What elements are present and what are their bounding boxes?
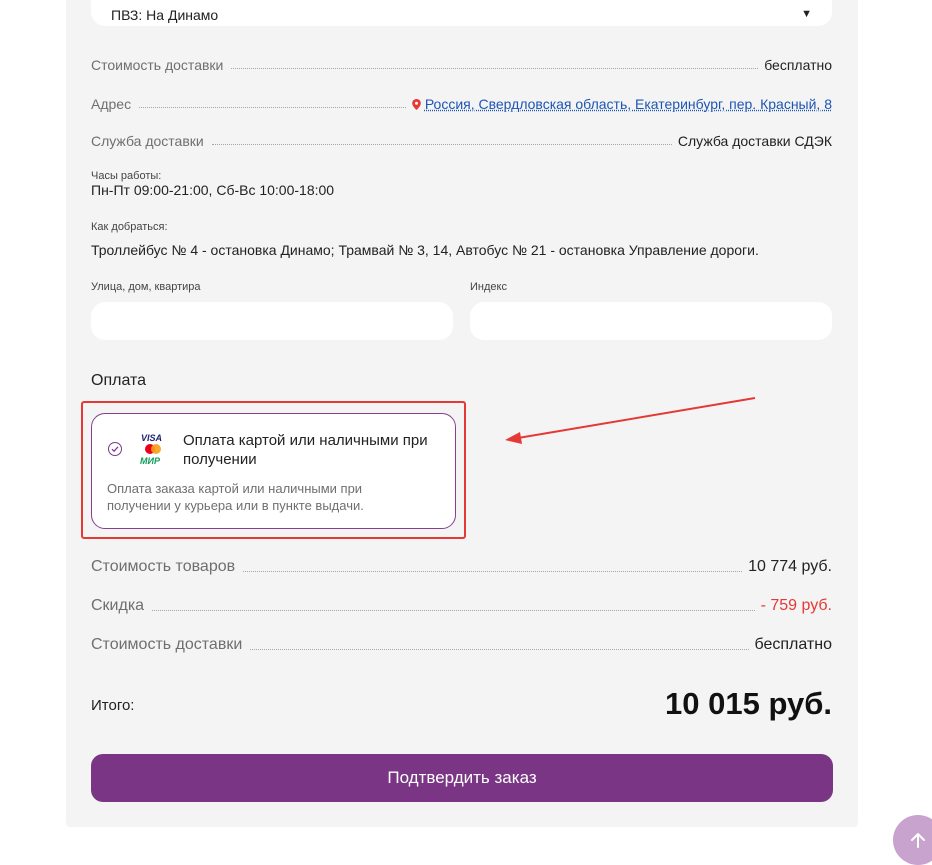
delivery-cost-value: бесплатно: [764, 57, 832, 73]
dotted-leader: [243, 571, 743, 572]
dotted-leader: [139, 107, 406, 108]
index-field-label: Индекс: [470, 281, 507, 293]
mir-logo: МИР: [140, 456, 161, 466]
summary-delivery-label: Стоимость доставки: [91, 636, 243, 653]
summary-delivery-value: бесплатно: [754, 636, 833, 653]
discount-row: Скидка - 759 руб.: [91, 597, 832, 615]
street-field[interactable]: [91, 302, 453, 340]
payment-logos: VISA МИР: [138, 432, 168, 468]
total-label: Итого:: [91, 697, 135, 714]
index-field[interactable]: [470, 302, 832, 340]
hours-label: Часы работы:: [91, 170, 162, 182]
payment-option-card[interactable]: VISA МИР Оплата картой или наличными при…: [91, 413, 456, 529]
dotted-leader: [250, 649, 749, 650]
street-field-label: Улица, дом, квартира: [91, 281, 201, 293]
payment-radio[interactable]: [108, 442, 122, 456]
payment-option-title: Оплата картой или наличными при получени…: [183, 432, 428, 468]
payment-option-description: Оплата заказа картой или наличными при п…: [107, 481, 364, 513]
dotted-leader: [211, 144, 672, 145]
total-value: 10 015 руб.: [665, 686, 832, 721]
arrow-up-icon: [911, 833, 925, 848]
dotted-leader: [231, 68, 759, 69]
hours-value: Пн-Пт 09:00-21:00, Сб-Вс 10:00-18:00: [91, 182, 335, 198]
dotted-leader: [152, 610, 755, 611]
chevron-down-icon: ▼: [801, 8, 812, 20]
delivery-service-value: Служба доставки СДЭК: [677, 133, 832, 149]
discount-label: Скидка: [91, 597, 145, 614]
summary-delivery-row: Стоимость доставки бесплатно: [91, 636, 832, 654]
location-pin-icon: [412, 99, 421, 110]
radio-check-icon: [111, 446, 119, 453]
delivery-service-label: Служба доставки: [91, 133, 204, 149]
address-value: Россия, Свердловская область, Екатеринбу…: [412, 96, 832, 112]
confirm-order-button[interactable]: Подтвердить заказ: [91, 754, 833, 802]
payment-section-title: Оплата: [91, 372, 147, 389]
address-row: Адрес Россия, Свердловская область, Екат…: [91, 96, 832, 112]
goods-cost-row: Стоимость товаров 10 774 руб.: [91, 558, 832, 576]
address-link[interactable]: Россия, Свердловская область, Екатеринбу…: [425, 96, 832, 112]
address-label: Адрес: [91, 96, 132, 112]
mastercard-logo: [145, 444, 161, 454]
goods-cost-label: Стоимость товаров: [91, 558, 236, 575]
discount-value: - 759 руб.: [760, 597, 832, 614]
goods-cost-value: 10 774 руб.: [748, 558, 832, 575]
delivery-service-row: Служба доставки Служба доставки СДЭК: [91, 133, 832, 149]
scroll-to-top-button[interactable]: [893, 815, 932, 865]
directions-value: Троллейбус № 4 - остановка Динамо; Трамв…: [91, 242, 759, 258]
visa-logo: VISA: [141, 433, 162, 443]
pickup-point-select[interactable]: ПВЗ: На Динамо ▼: [91, 0, 832, 26]
delivery-cost-label: Стоимость доставки: [91, 57, 224, 73]
pickup-point-value: ПВЗ: На Динамо: [111, 7, 219, 23]
directions-label: Как добраться:: [91, 221, 168, 233]
delivery-cost-row: Стоимость доставки бесплатно: [91, 57, 832, 73]
